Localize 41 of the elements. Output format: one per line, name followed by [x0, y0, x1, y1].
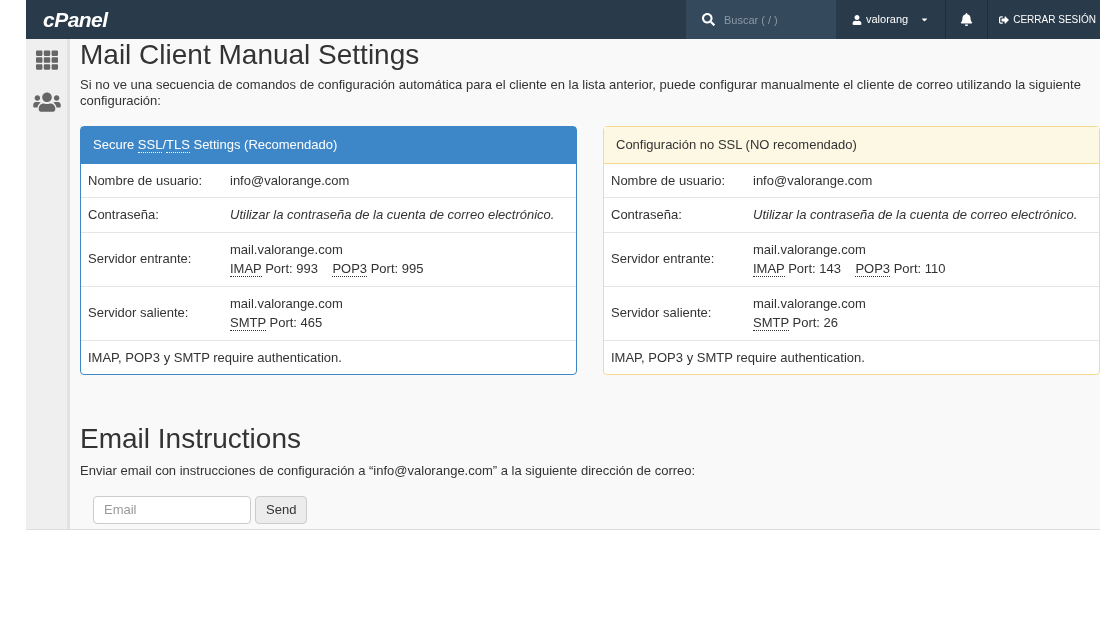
- setting-value: mail.valorange.com: [230, 294, 343, 313]
- user-icon: [852, 14, 862, 25]
- setting-value: IMAP Port: 993 POP3 Port: 995: [230, 260, 424, 279]
- grid-icon[interactable]: [34, 49, 59, 71]
- panel-footer-text: IMAP, POP3 y SMTP require authentication.: [611, 349, 865, 365]
- panel-title: Secure SSL/TLS Settings (Recomendado): [93, 137, 338, 153]
- setting-value: SMTP Port: 465: [230, 314, 324, 333]
- search-field[interactable]: Buscar ( / ): [686, 0, 836, 39]
- setting-label: Servidor entrante:: [88, 250, 193, 269]
- page-title: Mail Client Manual Settings: [80, 40, 421, 70]
- cpanel-logo: cPanel: [43, 6, 108, 33]
- setting-value: SMTP Port: 26: [753, 314, 840, 333]
- setting-value: mail.valorange.com: [753, 240, 867, 259]
- instructions-text: Enviar email con instrucciones de configuración a “info@valorange.com” a la siguiente dirección de correo:: [80, 462, 697, 480]
- setting-label: Servidor entrante:: [611, 250, 716, 269]
- logout-button[interactable]: CERRAR SESIÓN: [988, 0, 1100, 39]
- setting-label: Nombre de usuario:: [611, 171, 727, 190]
- send-button[interactable]: Send: [255, 495, 308, 524]
- setting-value: info@valorange.com: [753, 171, 873, 190]
- setting-label: Nombre de usuario:: [88, 171, 204, 190]
- panel-title: Configuración no SSL (NO recomendado): [616, 137, 857, 152]
- caret-icon: [920, 15, 930, 24]
- section-title: Email Instructions: [80, 423, 302, 455]
- logout-icon: [999, 14, 1010, 25]
- setting-label: Contraseña:: [611, 206, 683, 224]
- search-icon: [702, 13, 715, 26]
- setting-value: mail.valorange.com: [753, 294, 866, 313]
- email-field[interactable]: Email: [93, 495, 251, 524]
- setting-value: mail.valorange.com: [230, 240, 344, 259]
- setting-value: info@valorange.com: [230, 171, 350, 190]
- panel-footer-text: IMAP, POP3 y SMTP require authentication.: [88, 349, 342, 365]
- user-menu[interactable]: valorang: [836, 0, 947, 39]
- setting-label: Servidor saliente:: [611, 304, 713, 323]
- setting-value: IMAP Port: 143 POP3 Port: 110: [753, 260, 946, 279]
- setting-value: Utilizar la contraseña de la cuenta de correo electrónico.: [753, 206, 1078, 224]
- setting-label: Servidor saliente:: [88, 304, 190, 323]
- bell-icon: [960, 13, 974, 26]
- intro-text: Si no ve una secuencia de comandos de configuración automática para el cliente en la lista anterior, puede configurar manualmente el cliente de correo utilizando la siguiente configuración:: [80, 77, 1082, 109]
- setting-label: Contraseña:: [88, 206, 160, 224]
- setting-value: Utilizar la contraseña de la cuenta de correo electrónico.: [230, 206, 555, 224]
- users-icon[interactable]: [31, 91, 62, 113]
